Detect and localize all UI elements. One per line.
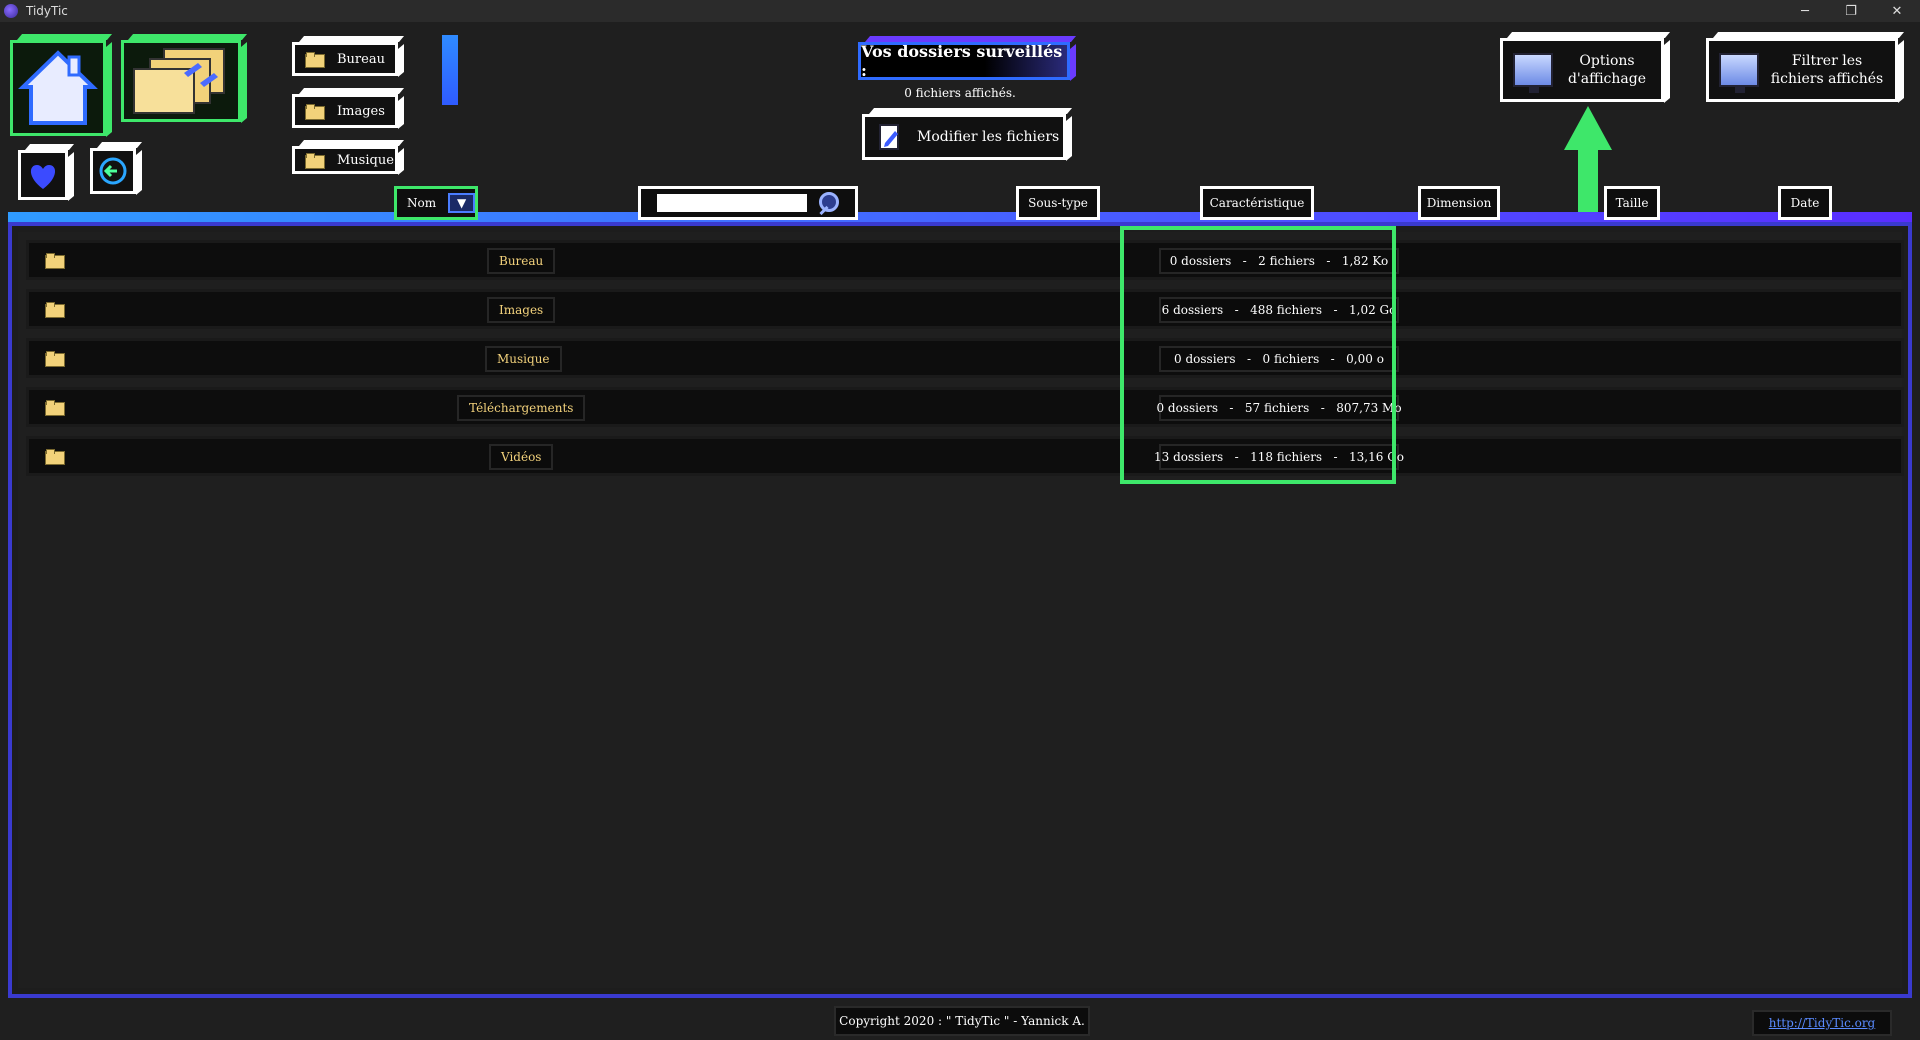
column-sous-type[interactable]: Sous-type	[1016, 186, 1100, 220]
modify-files-button[interactable]: Modifier les fichiers	[862, 114, 1066, 160]
app-logo-icon	[4, 4, 18, 18]
folder-name: Téléchargements	[457, 395, 586, 421]
filter-icon	[1719, 53, 1759, 93]
filter-files-button[interactable]: Filtrer les fichiers affichés	[1706, 38, 1898, 102]
column-taille-label: Taille	[1615, 196, 1649, 210]
display-options-button[interactable]: Options d'affichage	[1500, 38, 1664, 102]
filter-line-1: Filtrer les	[1791, 53, 1863, 69]
modify-files-label: Modifier les fichiers	[917, 129, 1060, 145]
title-bar: TidyTic ─ ❐ ✕	[0, 0, 1920, 22]
folder-stats: 0 dossiers - 57 fichiers - 807,73 Mo	[1156, 395, 1402, 421]
minimize-button[interactable]: ─	[1782, 0, 1828, 22]
website-link[interactable]: http://TidyTic.org	[1752, 1010, 1892, 1036]
folder-stats: 0 dossiers - 0 fichiers - 0,00 o	[1159, 346, 1399, 372]
shortcuts-scrollbar[interactable]	[442, 35, 458, 105]
display-options-label: Options d'affichage	[1553, 52, 1661, 88]
list-item[interactable]: Bureau 0 dossiers - 2 fichiers - 1,82 Ko	[26, 240, 1904, 280]
folder-icon	[305, 104, 325, 120]
column-dimension[interactable]: Dimension	[1418, 186, 1500, 220]
column-dimension-label: Dimension	[1426, 196, 1492, 210]
copyright-text: Copyright 2020 : " TidyTic " - Yannick A…	[834, 1006, 1090, 1036]
favorites-button[interactable]	[18, 150, 68, 200]
app-window: TidyTic ─ ❐ ✕ Bureau Images Musique Vos …	[0, 0, 1920, 1040]
shortcut-bureau[interactable]: Bureau	[292, 42, 398, 76]
shortcut-label: Images	[337, 103, 385, 119]
options-line-2: d'affichage	[1567, 71, 1647, 87]
column-caracteristique-label: Caractéristique	[1209, 196, 1305, 210]
folder-stats: 6 dossiers - 488 fichiers - 1,02 Go	[1159, 297, 1399, 323]
close-button[interactable]: ✕	[1874, 0, 1920, 22]
search-box	[638, 186, 858, 220]
folder-icon	[45, 449, 65, 465]
folder-name: Bureau	[487, 248, 556, 274]
watched-folders-title: Vos dossiers surveillés :	[858, 42, 1070, 80]
heart-icon	[30, 165, 56, 189]
home-icon	[18, 50, 98, 125]
folder-list-panel: Bureau 0 dossiers - 2 fichiers - 1,82 Ko…	[8, 222, 1912, 998]
column-caracteristique[interactable]: Caractéristique	[1200, 186, 1314, 220]
filter-files-label: Filtrer les fichiers affichés	[1759, 52, 1895, 88]
list-item[interactable]: Musique 0 dossiers - 0 fichiers - 0,00 o	[26, 338, 1904, 378]
folder-stats: 13 dossiers - 118 fichiers - 13,16 Go	[1154, 444, 1404, 470]
arrow-left-icon	[99, 157, 127, 185]
shortcut-label: Bureau	[337, 51, 385, 67]
shortcut-label: Musique	[337, 152, 394, 168]
folder-icon	[45, 302, 65, 318]
column-taille[interactable]: Taille	[1604, 186, 1660, 220]
home-button[interactable]	[10, 40, 106, 136]
search-icon[interactable]	[817, 192, 839, 214]
display-settings-icon	[1513, 53, 1553, 93]
restore-button[interactable]: ❐	[1828, 0, 1874, 22]
shortcut-musique[interactable]: Musique	[292, 146, 398, 174]
list-item[interactable]: Téléchargements 0 dossiers - 57 fichiers…	[26, 387, 1904, 427]
chevron-down-icon[interactable]: ▼	[448, 193, 475, 213]
folder-name: Musique	[485, 346, 562, 372]
column-nom-label: Nom	[407, 196, 437, 210]
folder-name: Images	[487, 297, 556, 323]
folder-list: Bureau 0 dossiers - 2 fichiers - 1,82 Ko…	[18, 232, 1904, 988]
column-date[interactable]: Date	[1778, 186, 1832, 220]
search-input[interactable]	[657, 194, 807, 212]
page-title: Vos dossiers surveillés :	[861, 42, 1063, 80]
column-date-label: Date	[1790, 196, 1820, 210]
folders-button[interactable]	[121, 40, 241, 122]
back-button[interactable]	[90, 148, 136, 194]
folder-icon	[305, 52, 325, 68]
folder-icon	[45, 253, 65, 269]
folders-icon	[133, 48, 225, 114]
edit-document-icon	[879, 124, 899, 150]
files-count: 0 fichiers affichés.	[904, 86, 1016, 100]
column-sous-type-label: Sous-type	[1028, 196, 1088, 210]
folder-icon	[45, 400, 65, 416]
folder-name: Vidéos	[489, 444, 554, 470]
column-nom[interactable]: Nom ▼	[394, 186, 478, 220]
folder-icon	[305, 153, 325, 169]
folder-stats: 0 dossiers - 2 fichiers - 1,82 Ko	[1159, 248, 1399, 274]
app-title: TidyTic	[26, 4, 68, 18]
list-item[interactable]: Images 6 dossiers - 488 fichiers - 1,02 …	[26, 289, 1904, 329]
list-item[interactable]: Vidéos 13 dossiers - 118 fichiers - 13,1…	[26, 436, 1904, 476]
options-line-1: Options	[1579, 53, 1635, 69]
shortcut-images[interactable]: Images	[292, 94, 398, 128]
folder-icon	[45, 351, 65, 367]
filter-line-2: fichiers affichés	[1770, 71, 1884, 87]
window-controls: ─ ❐ ✕	[1782, 0, 1920, 22]
